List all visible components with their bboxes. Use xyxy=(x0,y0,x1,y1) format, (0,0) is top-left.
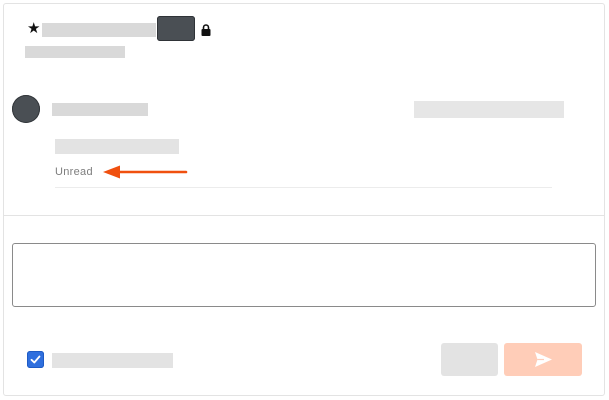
section-divider xyxy=(3,215,605,216)
sender-name xyxy=(52,103,148,116)
read-status-label: Unread xyxy=(55,166,93,178)
secondary-button[interactable] xyxy=(441,343,498,376)
avatar[interactable] xyxy=(12,95,40,123)
option-checkbox[interactable] xyxy=(27,351,44,368)
paper-plane-send-icon xyxy=(535,352,552,367)
star-icon[interactable]: ★ xyxy=(27,21,40,37)
lock-icon xyxy=(201,23,211,36)
send-button[interactable] xyxy=(504,343,582,376)
conversation-subtitle xyxy=(25,46,125,58)
message-panel xyxy=(3,3,605,396)
checkbox-label xyxy=(52,353,173,368)
message-timestamp xyxy=(414,101,564,118)
arrow-left-icon xyxy=(100,163,188,181)
message-body xyxy=(55,139,179,154)
label-tag[interactable] xyxy=(157,16,195,41)
conversation-title xyxy=(42,23,156,37)
message-divider xyxy=(55,187,552,188)
checkmark-icon xyxy=(30,355,41,364)
reply-textarea[interactable] xyxy=(12,243,596,307)
